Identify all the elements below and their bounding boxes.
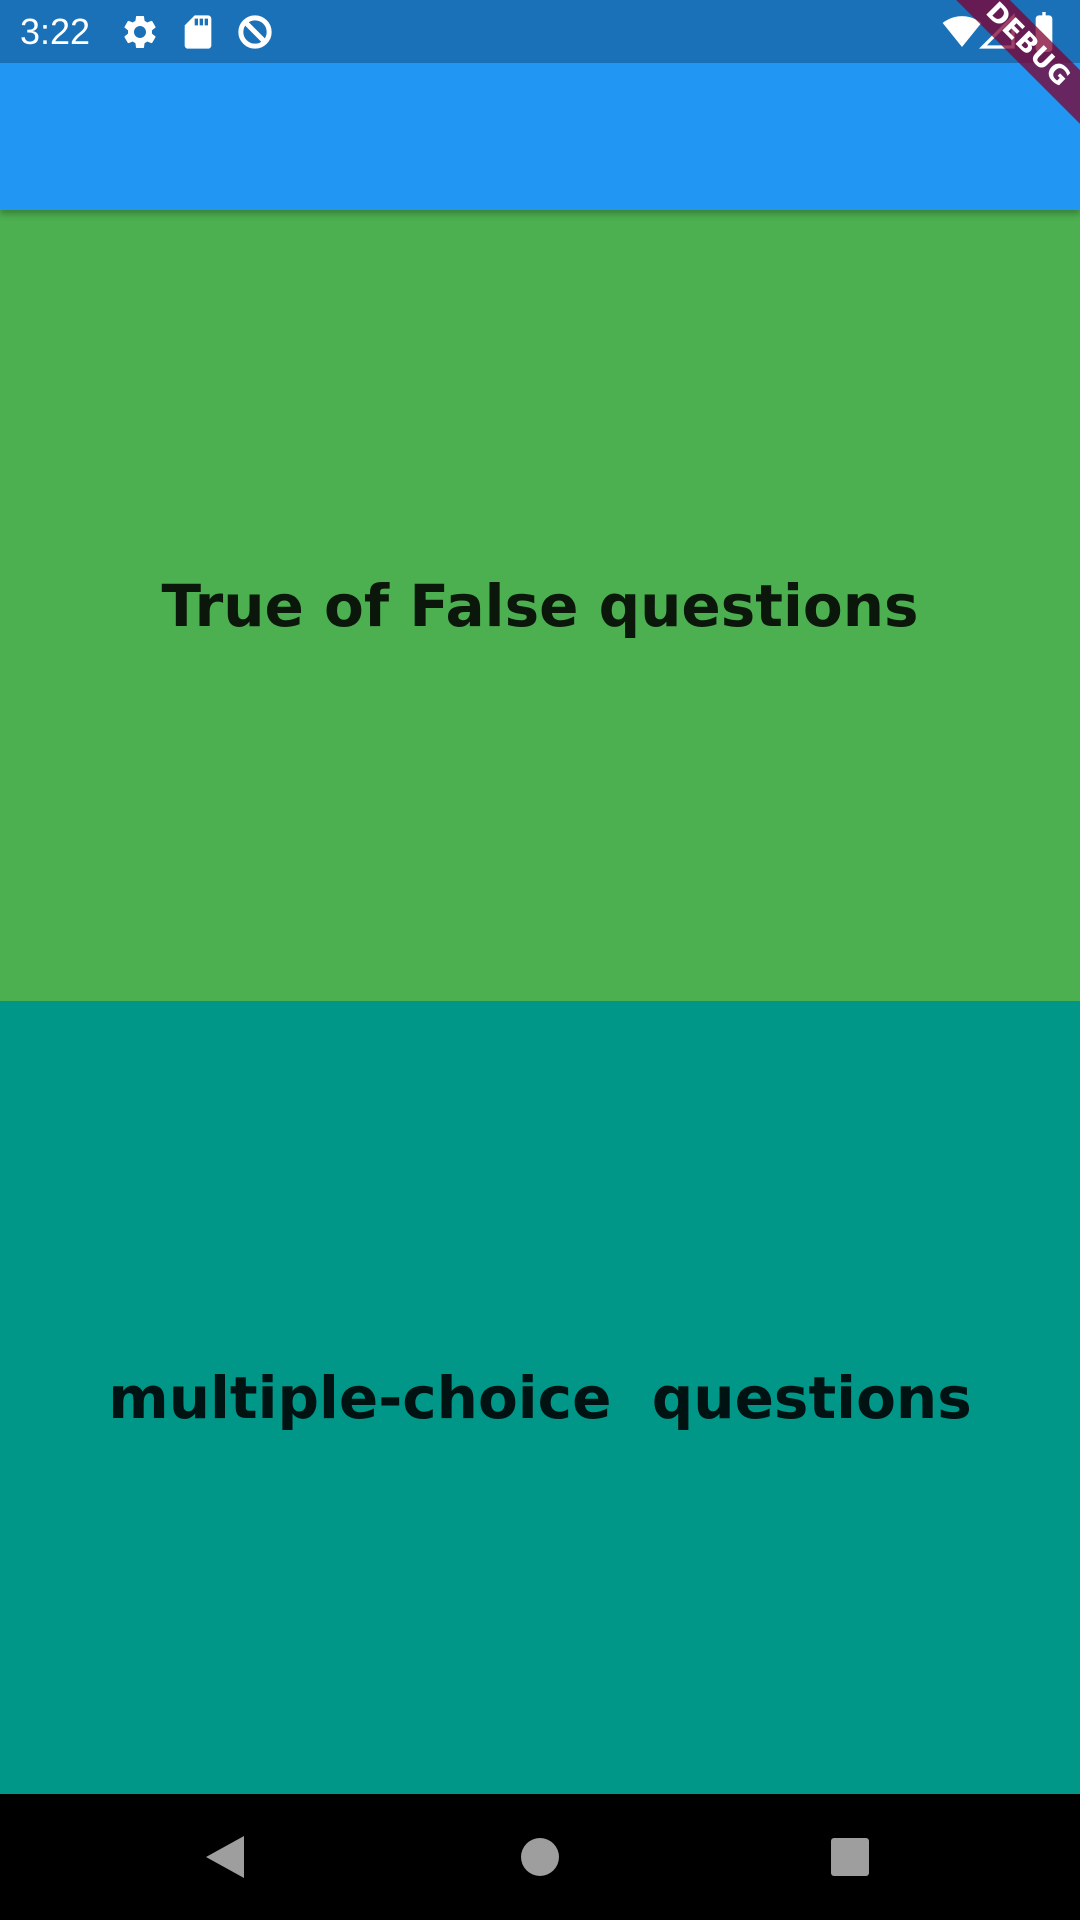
status-bar: 3:22 (0, 0, 1080, 63)
back-icon[interactable] (195, 1827, 255, 1887)
multiple-choice-label: multiple-choice questions (108, 1363, 972, 1432)
status-time: 3:22 (20, 11, 91, 52)
home-icon[interactable] (510, 1827, 570, 1887)
true-false-label: True of False questions (161, 571, 919, 640)
multiple-choice-tile[interactable]: multiple-choice questions (0, 1001, 1080, 1794)
navigation-bar (0, 1794, 1080, 1920)
app-screen: 3:22 DEBUG True of False questions multi… (0, 0, 1080, 1920)
data-saver-icon (235, 12, 275, 52)
recents-icon[interactable] (820, 1827, 880, 1887)
sd-card-icon (178, 12, 218, 52)
settings-icon (120, 12, 160, 52)
true-false-tile[interactable]: True of False questions (0, 210, 1080, 1001)
app-bar (0, 63, 1080, 210)
